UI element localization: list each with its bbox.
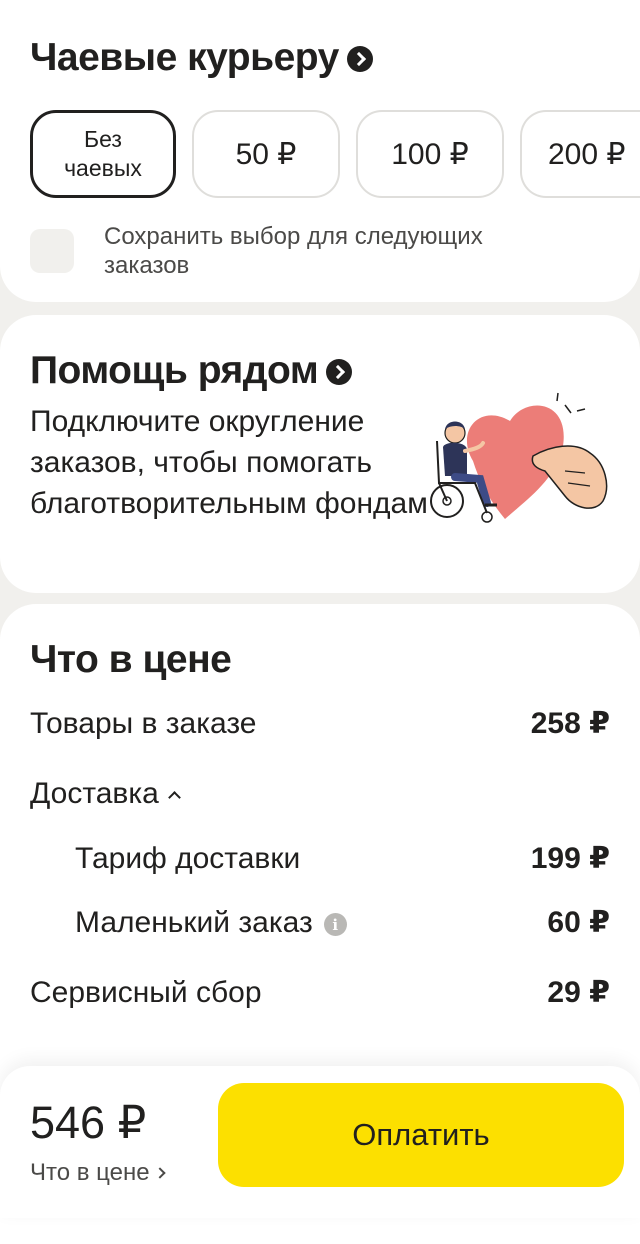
checkout-bar: 546 ₽ Что в цене Оплатить: [0, 1066, 640, 1218]
tip-option-none[interactable]: Без чаевых: [30, 110, 176, 198]
tip-option-100[interactable]: 100 ₽: [356, 110, 504, 198]
charity-card[interactable]: Помощь рядом Подключите округление заказ…: [0, 315, 640, 593]
delivery-toggle[interactable]: Доставка: [30, 777, 610, 811]
charity-title: Помощь рядом: [30, 349, 319, 392]
tips-title: Чаевые курьеру: [30, 36, 339, 79]
price-row-value: 199 ₽: [530, 842, 610, 875]
chevron-up-icon: [167, 790, 181, 804]
tip-option-label: 200 ₽: [548, 137, 626, 171]
price-row-label: Товары в заказе: [30, 706, 257, 740]
chevron-circle-right-icon: [346, 46, 373, 72]
charity-description: Подключите округление заказов, чтобы пом…: [30, 405, 428, 520]
price-row-value: 29 ₽: [547, 976, 610, 1009]
chevron-circle-right-icon: [326, 359, 353, 385]
tip-options: Без чаевых 50 ₽ 100 ₽ 200 ₽: [30, 110, 640, 198]
tips-title-link[interactable]: Чаевые курьеру: [30, 36, 373, 80]
save-choice-label: Сохранить выбор для следующих заказов: [104, 223, 483, 279]
save-choice-row[interactable]: Сохранить выбор для следующих заказов: [30, 222, 574, 280]
price-row-label: Сервисный сбор: [30, 975, 262, 1009]
price-row-service-fee: Сервисный сбор 29 ₽: [30, 975, 610, 1010]
pay-button[interactable]: Оплатить: [218, 1083, 624, 1187]
save-choice-checkbox[interactable]: [30, 229, 74, 273]
info-icon[interactable]: i: [323, 913, 347, 936]
price-row-small-order: Маленький заказ i 60 ₽: [75, 905, 610, 940]
price-row-label: Тариф доставки: [75, 841, 301, 875]
tip-option-label: 100 ₽: [391, 137, 469, 171]
order-total: 546 ₽: [30, 1097, 147, 1148]
price-row-goods: Товары в заказе 258 ₽: [30, 706, 610, 741]
tips-card: Чаевые курьеру Без чаевых 50 ₽ 100 ₽ 200…: [0, 0, 640, 302]
tip-option-200[interactable]: 200 ₽: [520, 110, 640, 198]
price-row-tariff: Тариф доставки 199 ₽: [75, 841, 610, 876]
price-details-label: Что в цене: [30, 1159, 150, 1186]
tip-option-label: 50 ₽: [235, 137, 297, 171]
tip-option-label: Без: [84, 126, 122, 152]
tip-option-label: чаевых: [64, 155, 142, 181]
chevron-right-icon: [153, 1167, 166, 1179]
charity-heart-illustration: [430, 392, 608, 523]
price-row-label: Доставка: [30, 777, 159, 810]
price-title: Что в цене: [30, 638, 232, 681]
price-row-label: Маленький заказ: [75, 905, 313, 939]
price-row-value: 60 ₽: [547, 906, 610, 939]
price-row-value: 258 ₽: [530, 707, 610, 740]
tip-option-50[interactable]: 50 ₽: [192, 110, 340, 198]
charity-title-link[interactable]: Помощь рядом: [30, 349, 353, 393]
price-details-link[interactable]: Что в цене: [30, 1159, 166, 1187]
